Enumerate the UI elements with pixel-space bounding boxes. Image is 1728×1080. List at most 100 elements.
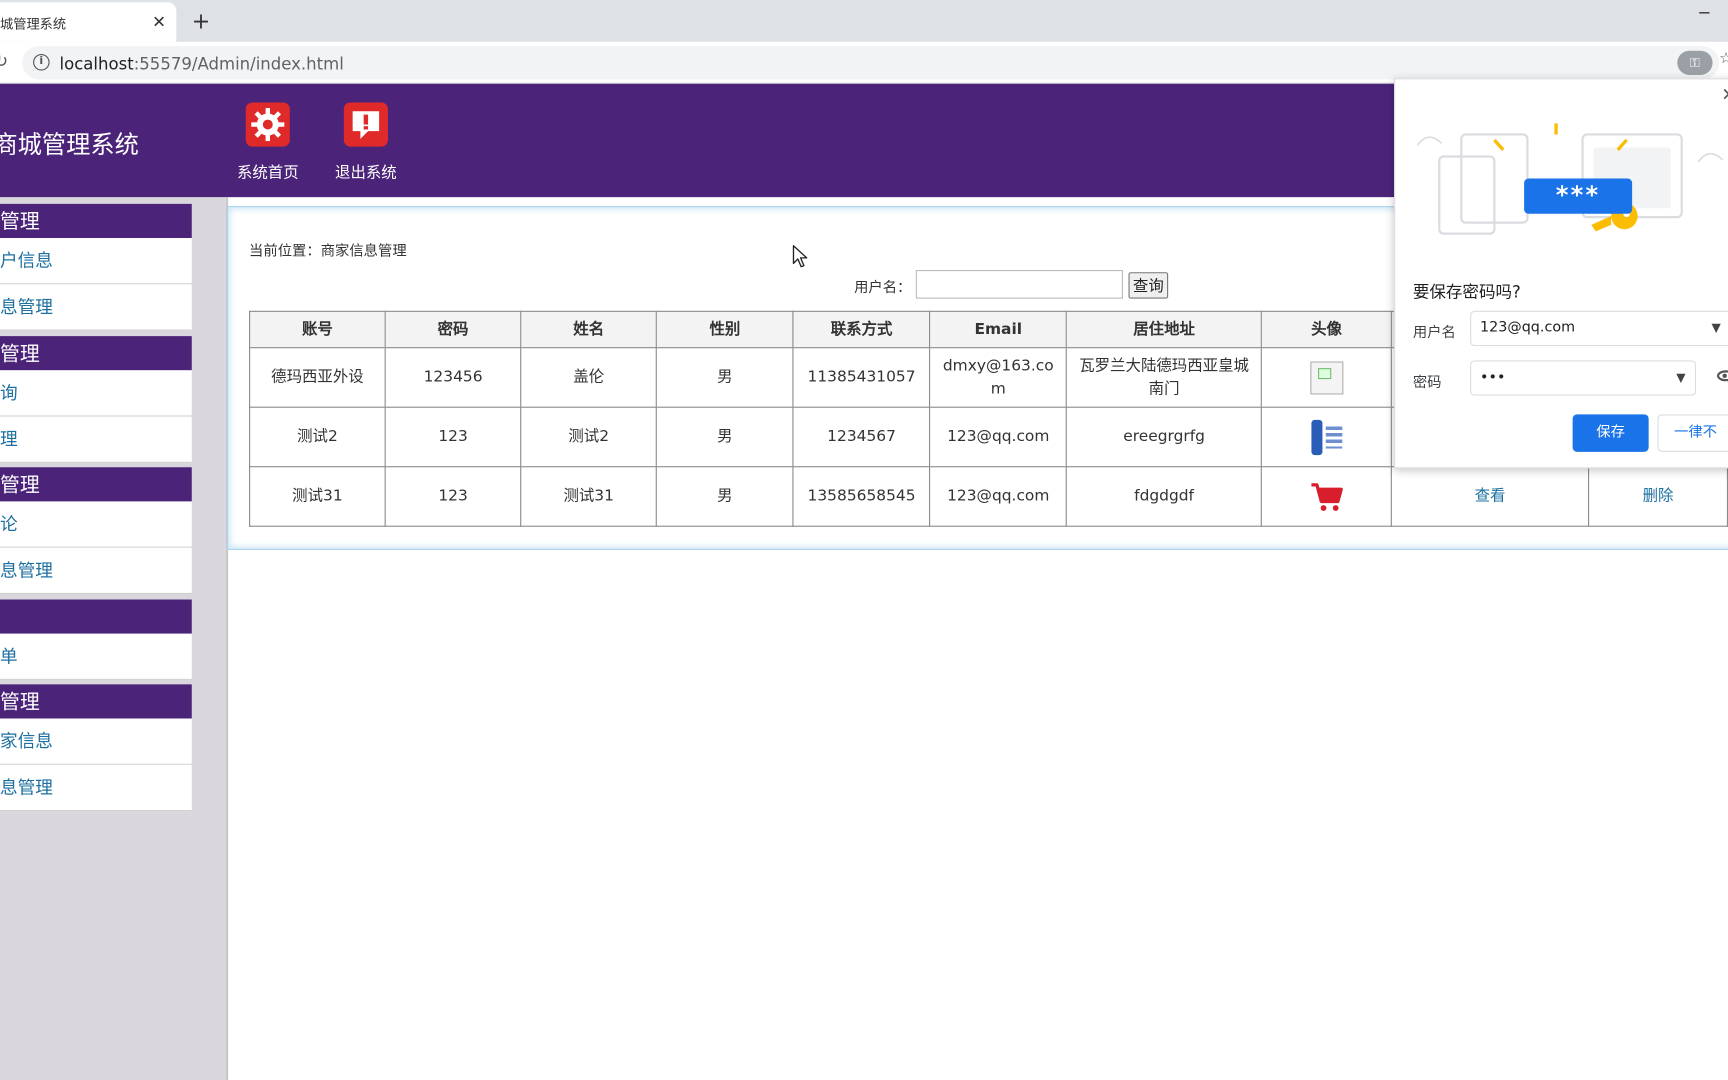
- column-header: 账号: [249, 310, 386, 349]
- password-label: 密码: [1412, 374, 1442, 392]
- cell-password: 123: [384, 406, 522, 468]
- sidebar-item[interactable]: 论: [0, 501, 192, 548]
- sidebar-group-title[interactable]: 管理: [0, 203, 192, 239]
- gear-icon: [245, 102, 290, 147]
- system-title: 商城管理系统: [0, 132, 139, 160]
- sidebar-item[interactable]: 询: [0, 370, 192, 417]
- username-search-input[interactable]: [915, 270, 1123, 299]
- search-button[interactable]: 查询: [1128, 272, 1169, 299]
- sidebar-group-title[interactable]: 管理: [0, 684, 192, 719]
- nav-exit-button[interactable]: 退出系统: [322, 102, 410, 182]
- never-button[interactable]: 一律不: [1657, 414, 1728, 452]
- cell-phone: 11385431057: [792, 347, 931, 408]
- sidebar-group-title[interactable]: 管理: [0, 336, 192, 371]
- column-header: 头像: [1260, 310, 1393, 349]
- new-tab-icon[interactable]: +: [192, 8, 210, 34]
- url-text: localhost:55579/Admin/index.html: [60, 54, 344, 74]
- cell-email: 123@qq.com: [929, 466, 1068, 527]
- password-illustration: ***: [1417, 101, 1728, 266]
- url-path: :55579/Admin/index.html: [133, 54, 344, 74]
- cell-name: 盖伦: [520, 347, 658, 408]
- delete-link[interactable]: 删除: [1643, 487, 1674, 505]
- column-header: Email: [929, 310, 1068, 349]
- tab-title: 城管理系统: [0, 16, 67, 32]
- blue-logo-image: [1311, 419, 1342, 455]
- save-button[interactable]: 保存: [1572, 414, 1649, 452]
- chevron-down-icon[interactable]: ▼: [1711, 312, 1720, 345]
- sidebar-item[interactable]: 单: [0, 633, 192, 680]
- cell-avatar: [1260, 466, 1393, 527]
- password-value: •••: [1480, 369, 1506, 386]
- browser-tab[interactable]: 城管理系统 ✕: [0, 2, 177, 42]
- alert-icon: [343, 102, 388, 147]
- nav-home-button[interactable]: 系统首页: [224, 102, 312, 182]
- column-header: 性别: [655, 310, 794, 349]
- sidebar-group-2: 管理 询 理: [0, 336, 192, 463]
- cell-account: 测试2: [249, 406, 386, 468]
- sidebar-group-title[interactable]: 管理: [0, 467, 192, 502]
- sidebar-item[interactable]: 家信息: [0, 718, 192, 765]
- cell-address: fdgdgdf: [1066, 466, 1263, 527]
- username-label: 用户名: [1412, 325, 1456, 342]
- cell-delete: 删除: [1588, 466, 1728, 527]
- cell-password: 123456: [384, 347, 522, 408]
- cell-avatar: [1260, 406, 1393, 468]
- chevron-down-icon[interactable]: ▼: [1676, 361, 1685, 394]
- cell-avatar: [1260, 347, 1393, 408]
- cell-view: 查看: [1390, 466, 1590, 527]
- username-field[interactable]: 123@qq.com ▼: [1470, 310, 1728, 347]
- tab-close-icon[interactable]: ✕: [152, 12, 166, 32]
- sidebar-group-3: 管理 论 息管理: [0, 467, 192, 595]
- url-field[interactable]: i localhost:55579/Admin/index.html ⚿: [22, 46, 1720, 80]
- cell-account: 测试31: [249, 466, 386, 527]
- password-field[interactable]: ••• ▼: [1470, 360, 1697, 396]
- reload-icon[interactable]: ↻: [0, 51, 8, 72]
- cell-gender: 男: [655, 466, 794, 527]
- sidebar-group-1: 管理 户信息 息管理: [0, 203, 192, 331]
- nav-exit-label: 退出系统: [335, 164, 397, 182]
- column-header: 密码: [384, 310, 522, 349]
- sidebar-item[interactable]: 户信息: [0, 238, 192, 285]
- sidebar-item[interactable]: 息管理: [0, 764, 192, 812]
- bookmark-star-icon[interactable]: ☆: [1719, 50, 1728, 68]
- minimize-icon[interactable]: _: [1699, 0, 1709, 14]
- cell-name: 测试2: [520, 406, 658, 468]
- shopping-cart-icon: [1311, 482, 1343, 511]
- cell-email: dmxy@163.com: [929, 347, 1068, 408]
- view-link[interactable]: 查看: [1475, 487, 1506, 505]
- cell-account: 德玛西亚外设: [249, 347, 386, 408]
- popup-title: 要保存密码吗?: [1412, 282, 1521, 302]
- cell-name: 测试31: [520, 466, 658, 527]
- cell-email: 123@qq.com: [929, 406, 1068, 468]
- column-header: 联系方式: [792, 310, 931, 349]
- sidebar-group-title[interactable]: [0, 599, 192, 634]
- cell-phone: 13585658545: [792, 466, 931, 527]
- password-chip: ***: [1524, 178, 1633, 214]
- eye-icon[interactable]: [1716, 370, 1728, 382]
- column-header: 姓名: [520, 310, 658, 349]
- username-value: 123@qq.com: [1480, 319, 1576, 337]
- breadcrumb: 当前位置：商家信息管理: [249, 243, 407, 261]
- sidebar-item[interactable]: 息管理: [0, 547, 192, 595]
- search-label: 用户名：: [854, 279, 912, 297]
- table-row: 测试31 123 测试31 男 13585658545 123@qq.com f…: [249, 466, 1728, 527]
- browser-tab-bar: 城管理系统 ✕ + _: [0, 0, 1728, 42]
- nav-home-label: 系统首页: [236, 164, 299, 182]
- cell-gender: 男: [655, 406, 794, 468]
- sidebar-item[interactable]: 理: [0, 416, 192, 463]
- sidebar-group-4: 单: [0, 599, 192, 680]
- mouse-cursor-icon: [792, 245, 808, 268]
- cell-address: ereegrgrfg: [1066, 406, 1263, 468]
- cell-phone: 1234567: [792, 406, 931, 468]
- cell-gender: 男: [655, 347, 794, 408]
- column-header: 居住地址: [1066, 310, 1263, 349]
- sidebar-group-5: 管理 家信息 息管理: [0, 684, 192, 812]
- broken-image-icon: [1309, 360, 1344, 394]
- key-icon[interactable]: ⚿: [1677, 50, 1713, 75]
- cell-address: 瓦罗兰大陆德玛西亚皇城南门: [1066, 347, 1263, 408]
- sidebar-item[interactable]: 息管理: [0, 284, 192, 331]
- sidebar: 管理 户信息 息管理 管理 询 理 管理 论 息管理 单 管理 家信息 息管理: [0, 197, 226, 1080]
- site-info-icon[interactable]: i: [33, 54, 50, 71]
- save-password-popup: ✕ *** 要保存密码吗? 用户名 123@qq.com ▼: [1394, 78, 1728, 469]
- cell-password: 123: [384, 466, 522, 527]
